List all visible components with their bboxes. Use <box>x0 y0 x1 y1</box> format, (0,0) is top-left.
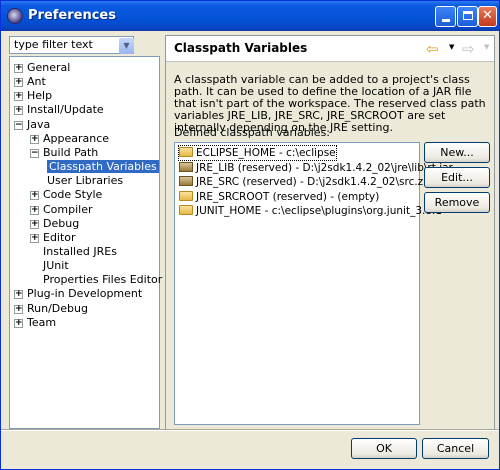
minimize-icon <box>441 19 450 22</box>
tree-item[interactable]: + General <box>14 61 70 75</box>
expand-icon[interactable]: + <box>14 106 23 116</box>
window-title: Preferences <box>28 8 116 23</box>
variable-row[interactable]: JRE_SRC (reserved) - D:\j2sdk1.4.2_02\sr… <box>179 175 433 189</box>
jar-icon <box>179 161 193 172</box>
new-button[interactable]: New... <box>424 142 490 163</box>
tree-item[interactable]: + Appearance <box>30 132 109 146</box>
tree-item[interactable]: + Run/Debug <box>14 302 88 316</box>
tree-item-label: Code Style <box>43 188 103 202</box>
folder-icon <box>179 147 193 157</box>
expand-icon[interactable]: + <box>14 64 23 73</box>
tree-item-label: Compiler <box>43 202 93 216</box>
tree-item[interactable]: Classpath Variables <box>46 160 159 174</box>
maximize-button[interactable] <box>457 6 478 27</box>
close-icon: ✕ <box>482 8 493 23</box>
variable-row[interactable]: JUNIT_HOME - c:\eclipse\plugins\org.juni… <box>179 204 442 218</box>
expand-icon[interactable]: + <box>14 290 23 300</box>
page-header: Classpath Variables ⇦ ▼ ⇨ ▼ <box>166 36 494 62</box>
close-button[interactable]: ✕ <box>478 6 497 27</box>
variables-list-label: Defined classpath variables: <box>174 126 331 139</box>
preferences-window: Preferences ✕ type filter text ▼ + Genera… <box>0 0 500 470</box>
expand-icon[interactable]: + <box>14 318 23 328</box>
folder-icon <box>179 205 193 216</box>
preference-navigation: type filter text ▼ + General + Ant + Help + Ins… <box>9 36 162 429</box>
expand-icon[interactable]: + <box>30 205 39 215</box>
tree-item[interactable]: + Plug-in Development <box>14 287 142 301</box>
collapse-icon[interactable]: − <box>14 120 23 130</box>
tree-item-label: Build Path <box>43 145 99 159</box>
expand-icon[interactable]: + <box>30 191 39 201</box>
back-dropdown-icon[interactable]: ▼ <box>449 43 454 51</box>
cancel-button[interactable]: Cancel <box>422 438 489 459</box>
back-arrow-icon[interactable]: ⇦ <box>426 40 439 58</box>
tree-item[interactable]: − Build Path <box>30 146 98 160</box>
tree-item[interactable]: Installed JREs <box>30 245 117 259</box>
tree-item[interactable]: − Java <box>14 118 50 132</box>
tree-item-label: Help <box>27 89 53 103</box>
collapse-icon[interactable]: − <box>30 148 39 158</box>
variable-text: JUNIT_HOME - c:\eclipse\plugins\org.juni… <box>196 205 443 218</box>
tree-item-label: Appearance <box>43 131 110 145</box>
variable-text: ECLIPSE_HOME - c:\eclipse <box>196 147 336 159</box>
tree-item[interactable]: Properties Files Editor <box>30 273 162 287</box>
filter-text: type filter text <box>14 38 93 51</box>
filter-input[interactable]: type filter text ▼ <box>9 36 134 54</box>
tree-item-label: Install/Update <box>27 103 104 117</box>
remove-button[interactable]: Remove <box>424 192 490 213</box>
tree-item[interactable]: + Debug <box>30 217 79 231</box>
tree-item-label: Plug-in Development <box>27 287 143 301</box>
tree-item-label: Debug <box>43 216 80 230</box>
jar-icon <box>179 176 193 187</box>
tree-item-label: Java <box>27 117 51 131</box>
tree-item-label: Editor <box>43 230 76 244</box>
chevron-down-icon[interactable]: ▼ <box>119 38 134 54</box>
minimize-button[interactable] <box>435 6 456 27</box>
tree-item[interactable]: + Editor <box>30 231 76 245</box>
variable-row[interactable]: JRE_LIB (reserved) - D:\j2sdk1.4.2_02\jr… <box>179 161 453 175</box>
maximize-icon <box>462 11 473 20</box>
tree-item[interactable]: JUnit <box>30 259 69 273</box>
forward-arrow-icon: ⇨ <box>462 40 475 58</box>
page-description: A classpath variable can be added to a p… <box>174 73 486 134</box>
ok-button[interactable]: OK <box>351 438 417 459</box>
expand-icon[interactable]: + <box>30 219 39 229</box>
tree-item[interactable]: User Libraries <box>46 174 124 188</box>
tree-item-label: User Libraries <box>47 174 124 188</box>
expand-icon[interactable]: + <box>14 92 23 102</box>
expand-icon[interactable]: + <box>30 134 39 144</box>
tree-item[interactable]: + Install/Update <box>14 103 104 117</box>
tree-item-label: Installed JREs <box>43 244 117 258</box>
expand-icon[interactable]: + <box>30 233 39 243</box>
expand-icon[interactable]: + <box>14 78 23 88</box>
tree-item-label: Run/Debug <box>27 301 88 315</box>
tree-item[interactable]: + Code Style <box>30 188 102 202</box>
tree-item-label: JUnit <box>43 259 69 273</box>
tree-item[interactable]: + Compiler <box>30 203 93 217</box>
classpath-variables-page: Classpath Variables ⇦ ▼ ⇨ ▼ A classpath … <box>165 35 495 431</box>
variable-text: JRE_SRC (reserved) - D:\j2sdk1.4.2_02\sr… <box>196 176 433 189</box>
folder-icon <box>179 190 193 201</box>
expand-icon[interactable]: + <box>14 304 23 314</box>
title-bar[interactable]: Preferences ✕ <box>1 1 499 31</box>
variable-text: JRE_SRCROOT (reserved) - (empty) <box>196 190 380 203</box>
tree-item[interactable]: + Team <box>14 316 56 330</box>
tree-item[interactable]: + Ant <box>14 75 46 89</box>
variable-row[interactable]: JRE_SRCROOT (reserved) - (empty) <box>179 190 379 204</box>
tree-item-label: Classpath Variables <box>47 160 159 174</box>
eclipse-icon <box>7 8 23 24</box>
tree-item-label: General <box>27 61 71 74</box>
forward-dropdown-icon: ▼ <box>484 43 490 51</box>
preference-tree: + General + Ant + Help + Install/Update − Java + Ap… <box>9 56 162 429</box>
variable-row[interactable]: ECLIPSE_HOME - c:\eclipse <box>178 145 337 161</box>
variable-text: JRE_LIB (reserved) - D:\j2sdk1.4.2_02\jr… <box>196 161 453 174</box>
tree-item-label: Ant <box>27 75 46 89</box>
variables-list[interactable]: ECLIPSE_HOME - c:\eclipse JRE_LIB (reserv… <box>174 142 453 425</box>
page-title: Classpath Variables <box>174 41 308 55</box>
tree-item[interactable]: + Help <box>14 89 52 103</box>
footer-divider <box>1 429 499 431</box>
tree-item-label: Properties Files Editor <box>43 273 163 287</box>
tree-item-label: Team <box>27 315 57 329</box>
edit-button[interactable]: Edit... <box>424 167 490 188</box>
